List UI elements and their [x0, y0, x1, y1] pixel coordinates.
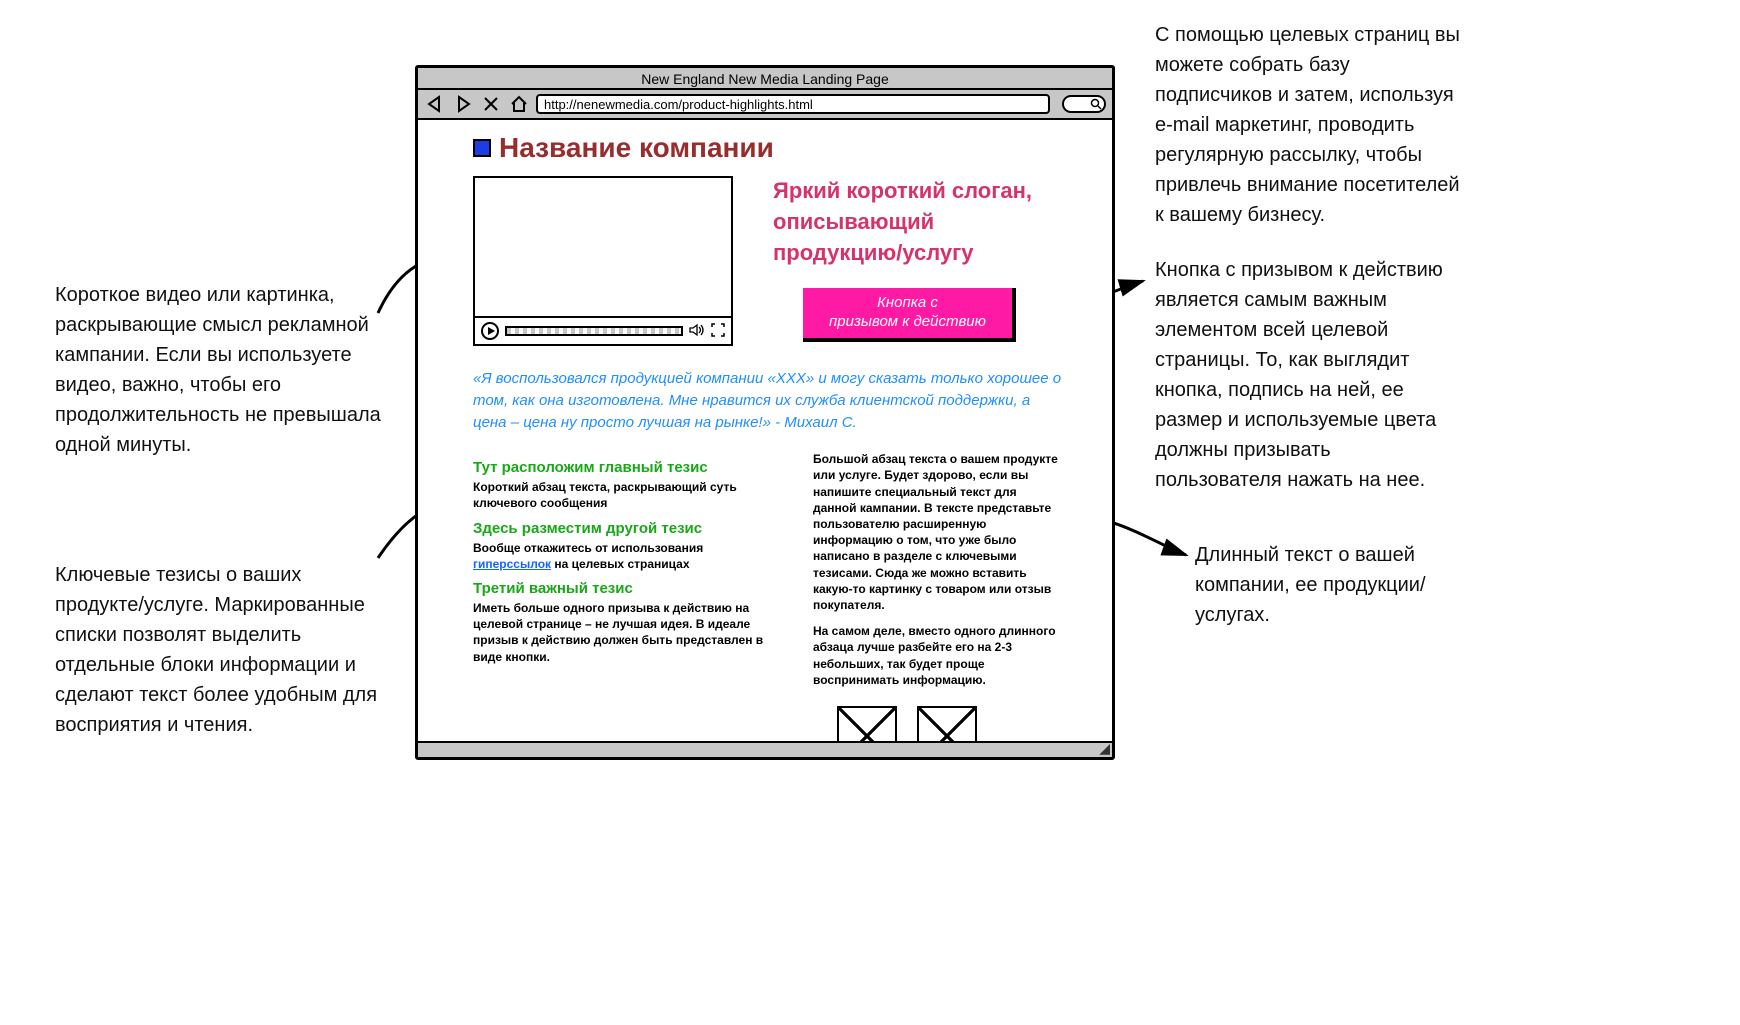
company-logo: [473, 139, 491, 157]
search-pill[interactable]: [1062, 95, 1106, 113]
browser-window: New England New Media Landing Page http:…: [415, 65, 1115, 760]
home-icon[interactable]: [508, 93, 530, 115]
cta-button[interactable]: Кнопка с призывом к действию: [803, 288, 1016, 342]
thesis-body-text: Вообще откажитесь от использования: [473, 541, 703, 555]
thesis-body: Короткий абзац текста, раскрывающий суть…: [473, 479, 773, 511]
status-bar: ◢: [418, 741, 1112, 757]
thesis-title: Здесь разместим другой тезис: [473, 520, 773, 537]
cta-line1: Кнопка с: [877, 294, 938, 311]
video-frame[interactable]: [475, 178, 731, 318]
annotation-text: Короткое видео или картинка, раскрывающи…: [55, 280, 395, 460]
thesis-body: Вообще откажитесь от использования гипер…: [473, 540, 773, 572]
progress-bar[interactable]: [505, 326, 683, 336]
theses-column: Тут расположим главный тезис Короткий аб…: [473, 451, 773, 741]
description-column: Большой абзац текста о вашем продукте ил…: [813, 451, 1062, 741]
fullscreen-icon[interactable]: [711, 323, 725, 339]
page-content: Название компании: [418, 120, 1112, 741]
annotation-text: Ключевые тезисы о ваших продукте/услуге.…: [55, 560, 395, 740]
image-placeholder: [917, 706, 977, 741]
annotation-text: Кнопка с призывом к действию является са…: [1155, 255, 1455, 495]
image-placeholder: [837, 706, 897, 741]
paragraph: Большой абзац текста о вашем продукте ил…: [813, 451, 1062, 613]
video-placeholder: [473, 176, 733, 346]
video-controls: [475, 318, 731, 344]
annotation-text: Длинный текст о вашей компании, ее проду…: [1195, 540, 1455, 630]
window-title: New England New Media Landing Page: [418, 68, 1112, 90]
hyperlink-link[interactable]: гиперссылок: [473, 557, 551, 571]
thesis-title: Третий важный тезис: [473, 580, 773, 597]
url-input[interactable]: http://nenewmedia.com/product-highlights…: [536, 94, 1050, 114]
annotation-text: С помощью целевых страниц вы можете собр…: [1155, 20, 1465, 230]
stop-icon[interactable]: [480, 93, 502, 115]
search-icon: [1090, 98, 1102, 110]
cta-line2: призывом к действию: [829, 313, 986, 330]
back-icon[interactable]: [424, 93, 446, 115]
thesis-title: Тут расположим главный тезис: [473, 459, 773, 476]
volume-icon[interactable]: [689, 323, 705, 339]
thesis-body: Иметь больше одного призыва к действию н…: [473, 600, 773, 665]
play-icon[interactable]: [481, 322, 499, 340]
forward-icon[interactable]: [452, 93, 474, 115]
paragraph: На самом деле, вместо одного длинного аб…: [813, 623, 1062, 688]
resize-grip-icon[interactable]: ◢: [1099, 740, 1110, 757]
thesis-body-text: на целевых страницах: [551, 557, 689, 571]
slogan: Яркий короткий слоган, описывающий проду…: [773, 176, 1062, 268]
testimonial-quote: «Я воспользовался продукцией компании «X…: [473, 368, 1062, 433]
company-name: Название компании: [499, 132, 774, 164]
browser-toolbar: http://nenewmedia.com/product-highlights…: [418, 90, 1112, 120]
